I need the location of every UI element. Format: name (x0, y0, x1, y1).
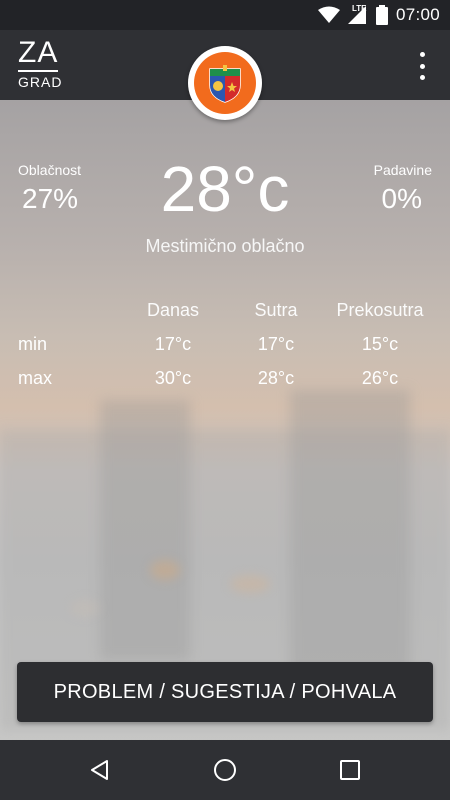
forecast-max-day-after: 26°c (361, 368, 399, 388)
back-triangle-icon[interactable] (86, 756, 114, 784)
forecast-header-tomorrow: Sutra (254, 300, 298, 320)
home-circle-icon[interactable] (211, 756, 239, 784)
status-icons: LTE 07:00 (317, 0, 440, 30)
app-logo[interactable]: ZA GRAD (18, 38, 62, 90)
wifi-icon (317, 6, 340, 23)
forecast-max-tomorrow: 28°c (257, 368, 295, 388)
precipitation-label: Padavine (373, 162, 432, 178)
status-time: 07:00 (395, 5, 440, 24)
forecast-row-max-label: max (18, 368, 53, 388)
weather-description: Mestimično oblačno (145, 236, 305, 256)
forecast-max-today: 30°c (154, 368, 192, 388)
precipitation-value: 0% (381, 183, 422, 214)
recents-square-icon[interactable] (336, 756, 364, 784)
network-type-label: LTE (351, 4, 367, 13)
system-nav-bar (0, 740, 450, 800)
forecast-header-today: Danas (146, 300, 200, 320)
forecast-min-day-after: 15°c (361, 334, 399, 354)
logo-top-text: ZA (18, 36, 59, 69)
forecast-min-today: 17°c (154, 334, 192, 354)
overflow-menu-icon[interactable] (412, 52, 432, 80)
signal-icon: LTE (347, 4, 368, 24)
battery-icon (375, 5, 388, 25)
city-crest-icon (188, 46, 262, 120)
forecast-header-day-after: Prekosutra (336, 300, 424, 320)
status-bar: LTE 07:00 (0, 0, 450, 30)
forecast-min-tomorrow: 17°c (257, 334, 295, 354)
report-problem-button[interactable]: PROBLEM / SUGESTIJA / POHVALA (17, 662, 433, 722)
logo-divider (18, 70, 58, 72)
forecast-row-min-label: min (18, 334, 48, 354)
logo-bottom-text: GRAD (18, 74, 63, 90)
